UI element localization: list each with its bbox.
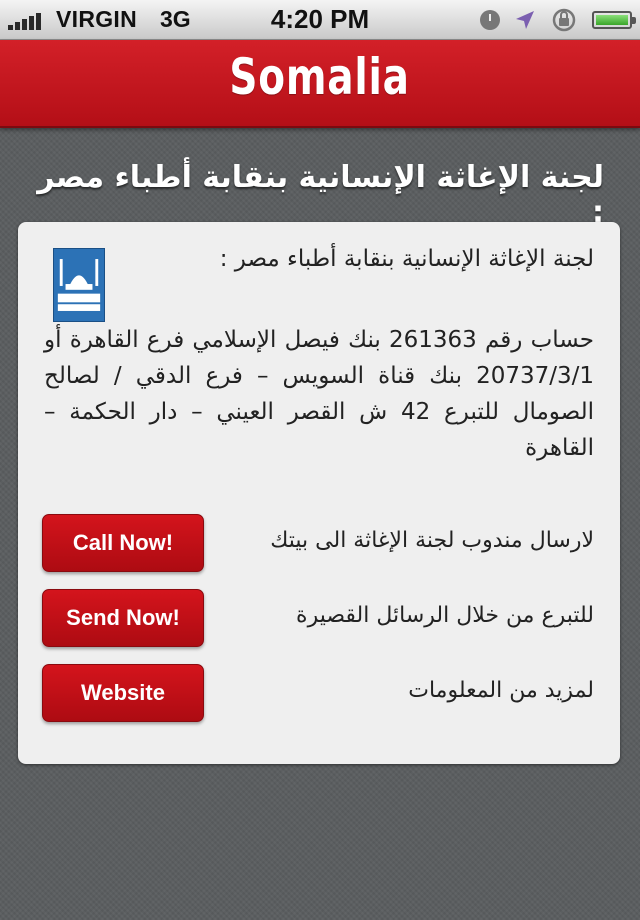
sms-row: Send Now! للتبرع من خلال الرسائل القصيرة bbox=[18, 589, 620, 651]
call-now-button[interactable]: Call Now! bbox=[42, 514, 204, 572]
send-now-button[interactable]: Send Now! bbox=[42, 589, 204, 647]
navigation-bar: Somalia bbox=[0, 40, 640, 128]
website-row: Website لمزيد من المعلومات bbox=[18, 664, 620, 726]
battery-icon bbox=[592, 11, 636, 29]
islamic-relief-logo bbox=[53, 248, 105, 322]
rotation-lock-icon bbox=[552, 8, 576, 32]
app-title: Somalia bbox=[229, 48, 411, 106]
website-description: لمزيد من المعلومات bbox=[408, 678, 594, 703]
page-headline: لجنة الإغاثة الإنسانية بنقابة أطباء مصر … bbox=[37, 160, 604, 230]
alarm-clock-icon bbox=[480, 10, 500, 30]
bank-account-details: حساب رقم 261363 بنك فيصل الإسلامي فرع ال… bbox=[44, 327, 595, 461]
call-description: لارسال مندوب لجنة الإغاثة الى بيتك bbox=[270, 528, 594, 553]
website-button[interactable]: Website bbox=[42, 664, 204, 722]
location-arrow-icon bbox=[516, 11, 534, 29]
status-bar: VIRGIN 3G 4:20 PM bbox=[0, 0, 640, 40]
organization-name: لجنة الإغاثة الإنسانية بنقابة أطباء مصر … bbox=[219, 246, 594, 272]
call-row: Call Now! لارسال مندوب لجنة الإغاثة الى … bbox=[18, 514, 620, 576]
info-card: لجنة الإغاثة الإنسانية بنقابة أطباء مصر … bbox=[18, 222, 620, 764]
sms-description: للتبرع من خلال الرسائل القصيرة bbox=[296, 603, 594, 628]
